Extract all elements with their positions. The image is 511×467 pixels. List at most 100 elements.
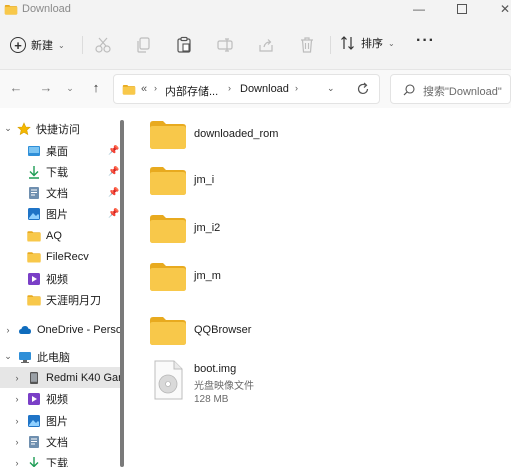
- chevron-right-icon: ›: [295, 83, 298, 93]
- breadcrumb-internal-storage[interactable]: 内部存储...: [165, 83, 218, 99]
- cloud-icon: [19, 325, 31, 334]
- delete-icon[interactable]: [298, 36, 316, 54]
- chevron-down-icon[interactable]: ⌄: [327, 83, 335, 94]
- chevron-down-icon: ⌄: [388, 38, 395, 48]
- sidebar-item-label: 下载: [46, 457, 68, 467]
- sidebar-item-label: 视频: [46, 393, 68, 406]
- sidebar-item-pc-videos[interactable]: › 视频: [0, 388, 120, 409]
- chevron-right-icon: ›: [228, 83, 231, 93]
- refresh-icon[interactable]: [356, 82, 370, 96]
- sidebar-item-label: 此电脑: [37, 351, 70, 364]
- download-icon: [29, 165, 39, 179]
- sidebar-item-pictures[interactable]: 图片 📌: [0, 203, 120, 224]
- file-details: boot.img 光盘映像文件 128 MB: [194, 360, 254, 405]
- sidebar-item-this-pc[interactable]: ⌄ 此电脑: [0, 346, 120, 367]
- sidebar-item-label: 图片: [46, 208, 68, 221]
- sort-label: 排序: [361, 38, 383, 50]
- cut-icon[interactable]: [94, 36, 112, 54]
- folder-icon: [149, 212, 187, 244]
- sidebar-item-aq[interactable]: AQ: [0, 225, 120, 246]
- video-icon: [28, 272, 40, 285]
- folder-icon: [149, 260, 187, 292]
- chevron-right-icon[interactable]: ›: [12, 373, 22, 383]
- search-input[interactable]: 搜索"Download": [423, 83, 502, 99]
- paste-icon[interactable]: [175, 36, 193, 54]
- breadcrumb-download[interactable]: Download: [240, 83, 289, 95]
- picture-icon: [28, 207, 40, 220]
- list-item[interactable]: jm_i2: [149, 212, 220, 244]
- pin-icon[interactable]: 📌: [108, 187, 120, 198]
- chevron-right-icon[interactable]: ›: [12, 394, 22, 404]
- search-icon: [403, 84, 415, 96]
- list-item[interactable]: boot.img 光盘映像文件 128 MB: [152, 360, 254, 405]
- sidebar-item-label: 文档: [46, 187, 68, 200]
- sidebar-item-label: 下载: [46, 166, 68, 179]
- sidebar-item-videos[interactable]: 视频: [0, 268, 120, 289]
- command-bar: + 新建 ⌄ 排序 ⌄ ···: [0, 20, 511, 70]
- chevron-down-icon[interactable]: ⌄: [3, 351, 13, 362]
- sidebar-item-downloads[interactable]: 下载 📌: [0, 161, 120, 182]
- chevron-right-icon[interactable]: ›: [12, 458, 22, 467]
- folder-icon: [4, 4, 18, 15]
- minimize-button[interactable]: —: [397, 0, 441, 18]
- maximize-button[interactable]: [440, 0, 484, 18]
- toolbar-divider: [330, 36, 331, 54]
- sidebar-item-label: 快捷访问: [36, 123, 80, 136]
- rename-icon[interactable]: [216, 36, 234, 54]
- new-button[interactable]: + 新建 ⌄: [10, 34, 65, 56]
- sidebar-item-onedrive[interactable]: › OneDrive - Perso: [0, 319, 121, 340]
- phone-icon: [30, 371, 38, 384]
- computer-icon: [19, 351, 31, 363]
- breadcrumb-overflow[interactable]: «: [141, 83, 147, 95]
- forward-arrow-icon[interactable]: →: [38, 80, 54, 96]
- recent-locations-icon[interactable]: ⌄: [62, 80, 78, 96]
- chevron-right-icon[interactable]: ›: [12, 437, 22, 447]
- pin-icon[interactable]: 📌: [108, 208, 120, 219]
- list-item[interactable]: jm_m: [149, 260, 221, 292]
- document-icon: [29, 186, 39, 199]
- item-name: jm_i2: [194, 222, 221, 234]
- item-name: QQBrowser: [194, 324, 252, 336]
- chevron-down-icon[interactable]: ⌄: [3, 123, 13, 134]
- list-item[interactable]: jm_i: [149, 164, 214, 196]
- sidebar-item-pc-pictures[interactable]: › 图片: [0, 410, 120, 431]
- new-label: 新建: [31, 40, 53, 52]
- sidebar-item-label: 天涯明月刀: [46, 294, 101, 307]
- star-icon: [17, 121, 31, 135]
- folder-icon: [27, 250, 41, 264]
- sidebar-item-desktop[interactable]: 桌面 📌: [0, 140, 120, 161]
- picture-icon: [28, 414, 40, 427]
- download-icon: [29, 456, 39, 467]
- address-bar[interactable]: « › 内部存储... › Download › ⌄: [113, 74, 380, 104]
- sidebar-item-label: 桌面: [46, 145, 68, 158]
- copy-icon[interactable]: [135, 36, 153, 54]
- sidebar-item-tianya[interactable]: 天涯明月刀: [0, 289, 120, 310]
- share-icon[interactable]: [257, 36, 275, 54]
- sidebar-item-pc-downloads[interactable]: › 下载: [0, 452, 120, 467]
- chevron-right-icon[interactable]: ›: [3, 325, 13, 335]
- sidebar-item-redmi-k40[interactable]: › Redmi K40 Gar: [0, 367, 120, 388]
- more-options-icon[interactable]: ···: [416, 32, 435, 50]
- desktop-icon: [28, 145, 40, 156]
- folder-icon: [149, 118, 187, 150]
- disc-image-icon: [154, 360, 183, 400]
- file-type: 光盘映像文件: [194, 381, 254, 392]
- up-arrow-icon[interactable]: ↑: [88, 80, 104, 96]
- file-list: downloaded_rom jm_i jm_i2 jm_m QQBrowser…: [124, 108, 511, 467]
- sidebar-item-label: OneDrive - Perso: [37, 323, 120, 336]
- pin-icon[interactable]: 📌: [108, 145, 120, 156]
- sidebar-item-documents[interactable]: 文档 📌: [0, 182, 120, 203]
- pin-icon[interactable]: 📌: [108, 166, 120, 177]
- sort-button[interactable]: 排序 ⌄: [340, 35, 395, 51]
- close-button[interactable]: ✕: [483, 0, 511, 18]
- sidebar-item-pc-documents[interactable]: › 文档: [0, 431, 120, 452]
- list-item[interactable]: downloaded_rom: [149, 118, 278, 150]
- chevron-right-icon[interactable]: ›: [12, 416, 22, 426]
- sidebar-item-label: 图片: [46, 415, 68, 428]
- sidebar-item-quick-access[interactable]: ⌄ 快捷访问: [0, 118, 120, 139]
- list-item[interactable]: QQBrowser: [149, 314, 251, 346]
- search-box[interactable]: 搜索"Download": [390, 74, 511, 104]
- back-arrow-icon[interactable]: ←: [8, 80, 24, 96]
- item-name: downloaded_rom: [194, 128, 279, 140]
- sidebar-item-filerecv[interactable]: FileRecv: [0, 246, 120, 267]
